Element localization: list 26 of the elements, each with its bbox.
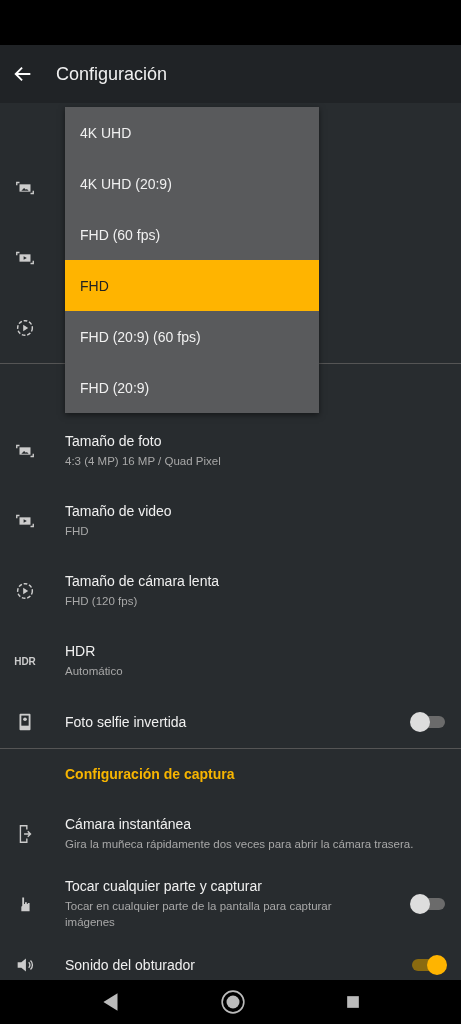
setting-title[interactable]: Tocar cualquier parte y capturar <box>65 878 357 894</box>
setting-title[interactable]: Foto selfie invertida <box>65 714 357 730</box>
setting-value: FHD (120 fps) <box>65 593 139 609</box>
setting-title[interactable]: Cámara instantánea <box>65 815 445 832</box>
screen-title: Configuración <box>56 63 168 85</box>
setting-value: Tocar en cualquier parte de la pantalla para capturar imágenes <box>65 899 333 930</box>
hdr-icon: HDR <box>14 655 36 667</box>
setting-value: Automático <box>65 663 124 679</box>
setting-value: 4:3 (4 MP) 16 MP / Quad Pixel <box>65 453 222 469</box>
slow-motion-icon <box>14 317 36 339</box>
setting-title[interactable]: Tamaño de cámara lenta <box>65 572 445 589</box>
dropdown-option[interactable]: FHD <box>65 260 319 311</box>
setting-title[interactable]: HDR <box>65 642 445 659</box>
setting-title[interactable]: Sonido del obturador <box>65 957 357 973</box>
dropdown-option[interactable]: FHD (60 fps) <box>65 209 319 260</box>
section-header: Configuración de captura <box>65 766 235 782</box>
dropdown-option[interactable]: FHD (20:9) (60 fps) <box>65 311 319 362</box>
dropdown-option[interactable]: FHD (20:9) <box>65 362 319 413</box>
setting-title[interactable]: Tamaño de video <box>65 502 445 519</box>
slow-motion-icon <box>14 580 36 602</box>
home-nav-icon[interactable] <box>220 989 247 1015</box>
dropdown-option[interactable]: 4K UHD <box>65 107 319 158</box>
setting-title[interactable]: Tamaño de foto <box>65 432 445 449</box>
setting-value: Gira la muñeca rápidamente dos veces para abrir la cámara trasera. <box>65 836 415 852</box>
setting-value: FHD <box>65 523 90 539</box>
dropdown-option[interactable]: 4K UHD (20:9) <box>65 158 319 209</box>
